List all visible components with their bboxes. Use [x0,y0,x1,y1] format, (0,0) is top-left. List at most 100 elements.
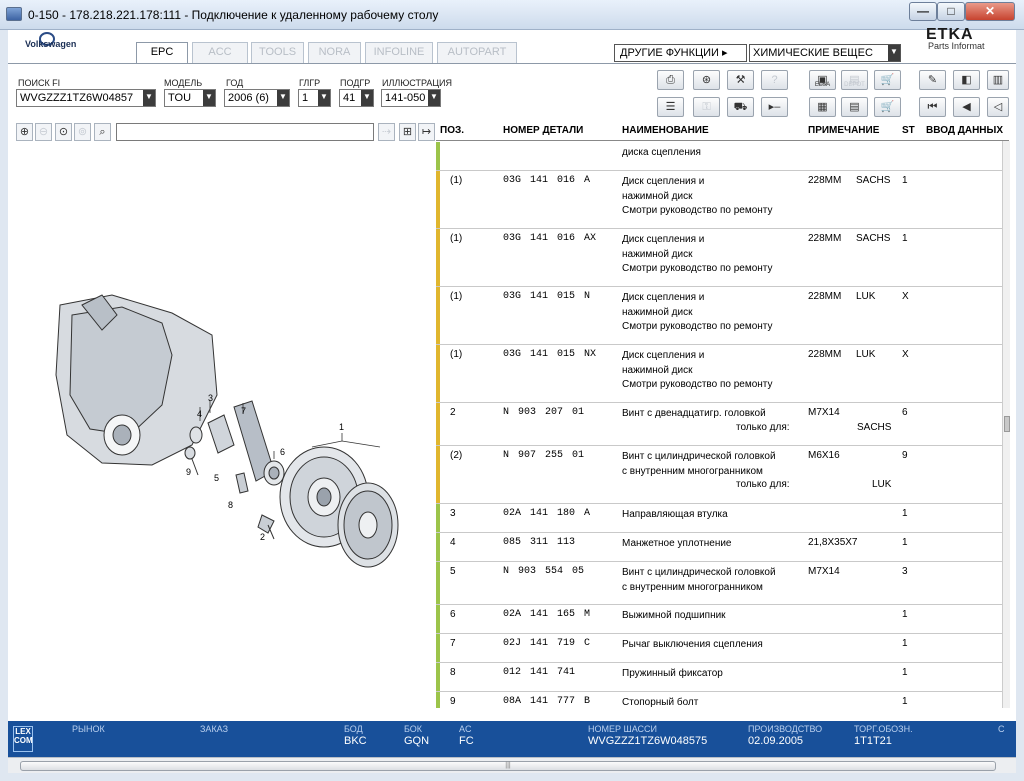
chassis-value: WVGZZZ1TZ6W048575 [588,735,708,747]
list-icon[interactable]: ☰ [657,97,684,117]
callout-6[interactable]: 6 [280,447,285,457]
callout-3[interactable]: 3 [208,393,213,403]
handshake-icon[interactable]: ⚒ [727,70,754,90]
copy-page-icon[interactable]: ◧ [953,70,980,90]
table-row[interactable]: диска сцепления [436,142,1009,171]
jump-icon[interactable]: ⇢ [378,123,395,141]
cart-icon[interactable]: 🛒 [874,97,901,117]
illustration-search-field[interactable] [116,123,374,141]
tab-infoline[interactable]: INFOLINE [365,42,433,63]
next-page-icon[interactable]: ◁ [987,97,1009,117]
scrollbar-thumb[interactable] [1004,416,1010,432]
chassis-label: НОМЕР ШАССИ [588,724,658,734]
car-icon[interactable]: ⛟ [727,97,754,117]
table-row[interactable]: (1) 03G 141 016 A Диск сцепления и нажимной… [436,171,1009,229]
zoom-fit-icon[interactable]: ⊙ [55,123,72,141]
table-row[interactable]: 3 02A 141 180 A Направляющая втулка 1 [436,504,1009,533]
column-st[interactable]: ST [902,125,915,136]
chevron-down-icon[interactable]: ▼ [428,90,440,106]
split-view-icon[interactable]: ⊞ [399,123,416,141]
table-row[interactable]: (2) N 907 255 01 Винт с цилиндрической гол… [436,446,1009,504]
column-pos[interactable]: ПОЗ. [440,125,464,136]
table-row[interactable]: 6 02A 141 165 M Выжимной подшипник 1 [436,605,1009,634]
callout-5[interactable]: 5 [214,473,219,483]
table-row[interactable]: 5 N 903 554 05 Винт с цилиндрической голов… [436,562,1009,605]
zoom-out-icon[interactable]: ⊖ [35,123,52,141]
callout-9[interactable]: 9 [186,467,191,477]
callout-7[interactable]: 7 [241,406,246,416]
row-position: 8 [450,667,456,678]
column-name[interactable]: НАИМЕНОВАНИЕ [622,125,709,136]
chevron-down-icon[interactable]: ▼ [361,90,373,106]
functions-select[interactable]: ХИМИЧЕСКИЕ ВЕЩЕС ▼ [749,44,901,62]
expand-panel-icon[interactable]: ↦ [418,123,435,141]
callout-1[interactable]: 1 [339,422,344,432]
table-row[interactable]: (1) 03G 141 015 N Диск сцепления и нажимной… [436,287,1009,345]
row-name-line: Смотри руководство по ремонту [622,321,773,332]
key-icon[interactable]: ⚿ [693,97,720,117]
column-data-input[interactable]: ВВОД ДАННЫХ [926,125,1003,136]
maximize-button[interactable]: □ [937,2,965,21]
play-range-icon[interactable]: ▸– [761,97,788,117]
print-icon[interactable]: ⎙ [657,70,684,90]
window-horizontal-scrollbar[interactable]: ||| [8,757,1016,773]
chevron-down-icon[interactable]: ▼ [143,90,155,106]
search-fi-field[interactable]: WVGZZZ1TZ6W04857 ▼ [16,89,156,107]
table-row[interactable]: 7 02J 141 719 C Рычаг выключения сцепления… [436,634,1009,663]
table-row[interactable]: 9 08A 141 777 B Стопорный болт 1 [436,692,1009,708]
callout-2[interactable]: 2 [260,532,265,542]
row-name: Стопорный болт [622,696,698,708]
notes-icon[interactable]: ▥ [987,70,1009,90]
callout-8[interactable]: 8 [228,500,233,510]
tab-autopart[interactable]: AUTOPART [437,42,517,63]
illustration-select[interactable]: 141-050 ▼ [381,89,441,107]
chevron-down-icon[interactable]: ▼ [203,90,215,106]
row-position: (1) [450,233,463,244]
close-button[interactable]: ✕ [965,2,1015,21]
row-part-number: 08A 141 777 B [503,696,591,707]
row-name-line: Смотри руководство по ремонту [622,205,773,216]
row-name: Направляющая втулка [622,508,728,523]
tab-nora[interactable]: NORA [308,42,361,63]
magnifier-icon[interactable]: ⌕ [94,123,111,141]
row-st: X [902,291,909,302]
previous-page-icon[interactable]: ◀ [953,97,980,117]
documents-icon[interactable]: ▦ [809,97,836,117]
main-group-select[interactable]: 1 ▼ [298,89,331,107]
table-row[interactable]: 8 012 141 741 Пружинный фиксатор 1 [436,663,1009,692]
year-select[interactable]: 2006 (6) ▼ [224,89,290,107]
minimize-button[interactable]: — [909,2,937,21]
other-functions-menu[interactable]: ДРУГИЕ ФУНКЦИИ ▸ [614,44,747,62]
cart-add-icon[interactable]: 🛒 [874,70,901,90]
callout-4[interactable]: 4 [197,409,202,419]
query-icon[interactable]: ? [761,70,788,90]
table-row[interactable]: 2 N 903 207 01 Винт с двенадцатигр. головк… [436,403,1009,446]
subgroup-select[interactable]: 41 ▼ [339,89,374,107]
illustration-value: 141-050 [385,92,426,104]
column-note[interactable]: ПРИМЕЧАНИЕ [808,125,879,136]
chevron-down-icon[interactable]: ▼ [277,90,289,106]
tab-acc[interactable]: ACC [192,42,248,63]
chevron-down-icon[interactable]: ▼ [318,90,330,106]
row-position: (1) [450,349,463,360]
depot-icon[interactable]: ▤ DEPOT [841,70,868,90]
elsa-icon[interactable]: ▣ ELSA [809,70,836,90]
zoom-in-icon[interactable]: ⊕ [16,123,33,141]
scrollbar-thumb[interactable]: ||| [20,761,996,771]
row-position: (1) [450,175,463,186]
model-select[interactable]: TOU ▼ [164,89,216,107]
pin-icon[interactable]: ✎ [919,70,946,90]
table-row[interactable]: (1) 03G 141 016 AX Диск сцепления и нажимно… [436,229,1009,287]
table-row[interactable]: 4 085 311 113 Манжетное уплотнение 21,8X35X… [436,533,1009,562]
clipboard-icon[interactable]: ▤ [841,97,868,117]
chevron-down-icon[interactable]: ▼ [888,45,900,61]
column-part-number[interactable]: НОМЕР ДЕТАЛИ [503,125,583,136]
zoom-reset-icon[interactable]: ⊚ [74,123,91,141]
first-page-icon[interactable]: ⏮ [919,97,946,117]
service-icon[interactable]: ⊛ [693,70,720,90]
table-vertical-scrollbar[interactable] [1002,141,1010,708]
tab-tools[interactable]: TOOLS [251,42,304,63]
table-row[interactable]: (1) 03G 141 015 NX Диск сцепления и нажимно… [436,345,1009,403]
tab-epc[interactable]: EPC [136,42,188,64]
clutch-exploded-drawing[interactable]: 1 2 3 4 5 6 7 8 9 [12,145,432,710]
